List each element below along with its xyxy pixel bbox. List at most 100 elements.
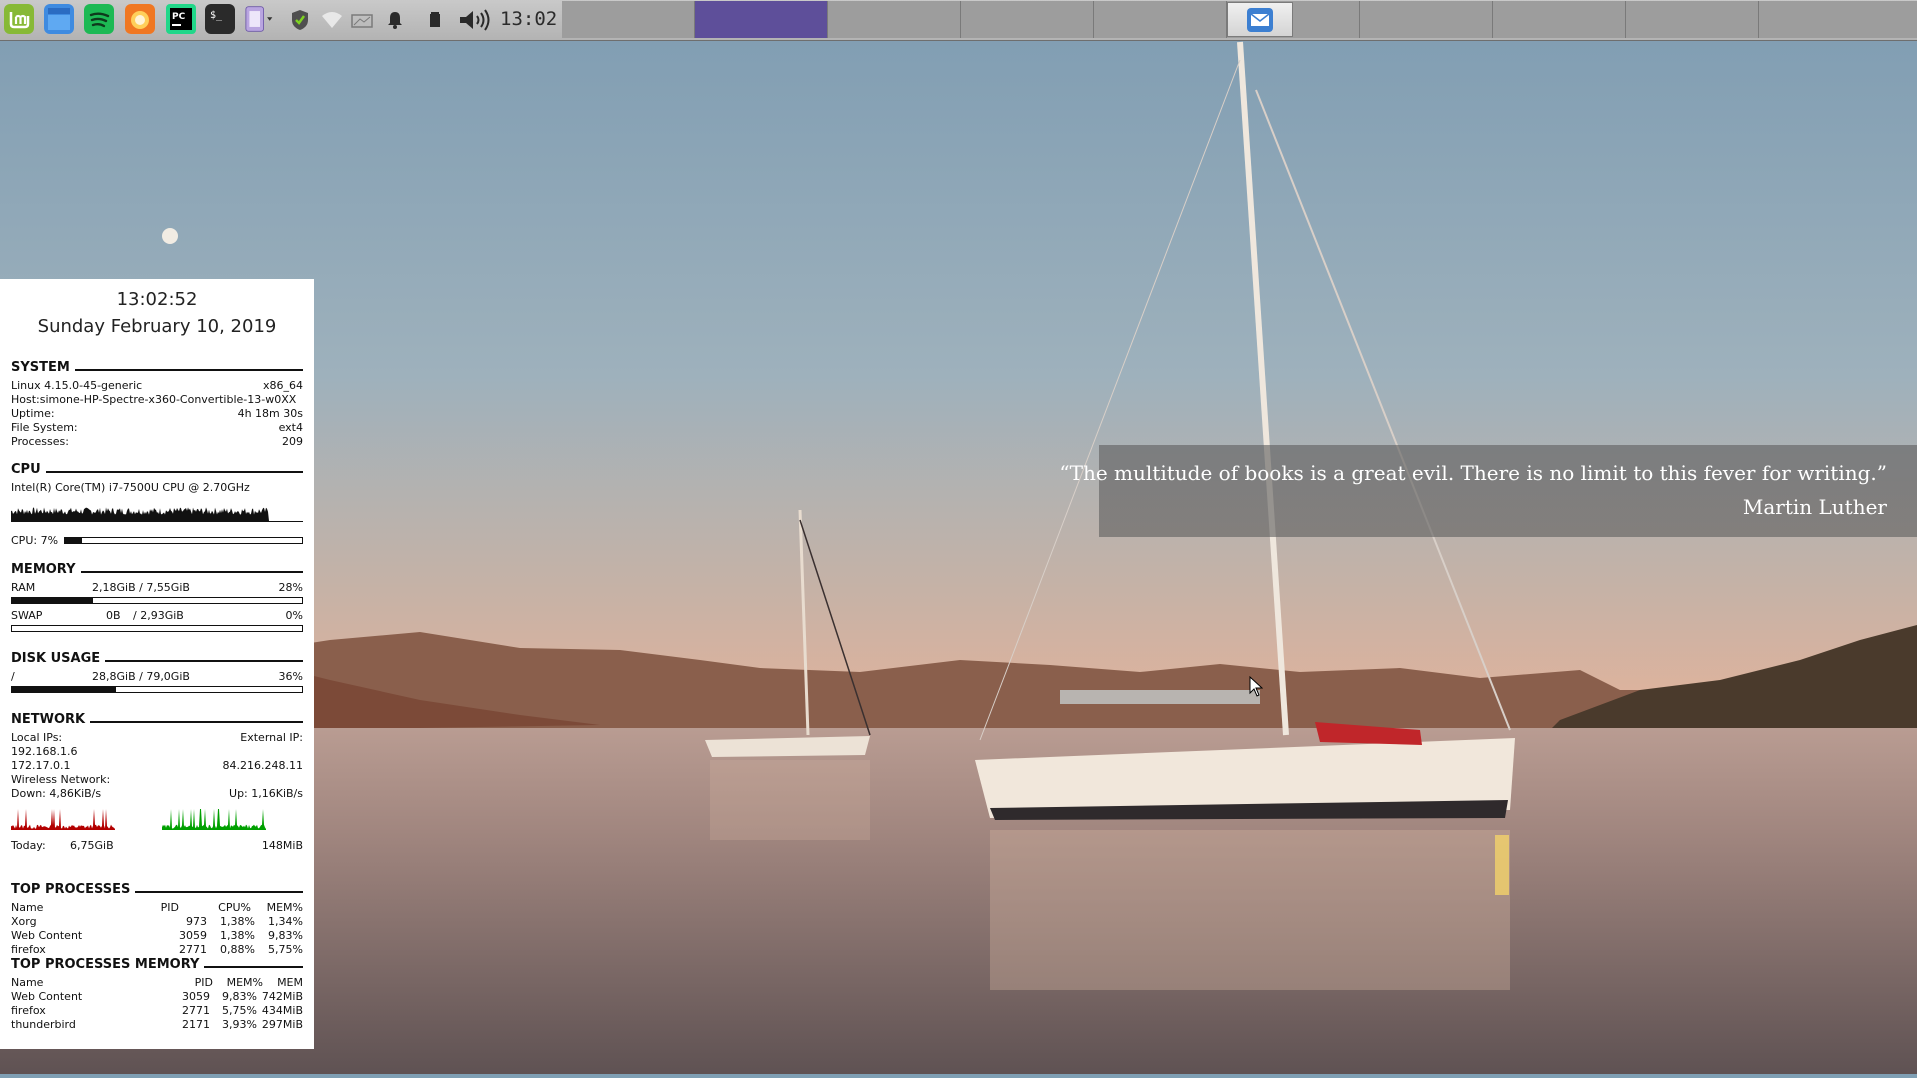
- process-pid: 2771: [179, 943, 207, 956]
- workspace-8[interactable]: [1493, 1, 1626, 38]
- system-section-header: SYSTEM: [11, 360, 303, 376]
- process-cpu: 0,88%: [220, 943, 255, 956]
- pycharm-icon[interactable]: PC: [166, 4, 196, 34]
- col-memp: MEM%: [226, 976, 263, 989]
- upload-graph: [162, 804, 266, 830]
- filesystem-row: File System: ext4: [11, 421, 303, 434]
- network-icon[interactable]: [350, 8, 374, 32]
- table-row: firefox 2771 0,88% 5,75%: [11, 943, 303, 956]
- cpu-model: Intel(R) Core(TM) i7-7500U CPU @ 2.70GHz: [11, 481, 250, 494]
- process-memp: 5,75%: [222, 1004, 257, 1017]
- swap-label: SWAP: [11, 609, 43, 622]
- disk-row: / 28,8GiB / 79,0GiB 36%: [11, 670, 303, 683]
- table-row: thunderbird 2171 3,93% 297MiB: [11, 1018, 303, 1031]
- ram-percent: 28%: [278, 581, 303, 594]
- process-name: firefox: [11, 1004, 46, 1017]
- process-mem: 5,75%: [268, 943, 303, 956]
- table-row: Xorg 973 1,38% 1,34%: [11, 915, 303, 928]
- svg-text:$_: $_: [210, 10, 223, 21]
- external-ip-label: External IP:: [240, 731, 303, 744]
- workspace-3[interactable]: [828, 1, 961, 38]
- col-name: Name: [11, 901, 44, 914]
- conky-date: Sunday February 10, 2019: [37, 316, 277, 337]
- ram-usage-bar-fill: [12, 598, 94, 603]
- top-memory-columns: Name PID MEM% MEM: [11, 976, 303, 989]
- mint-menu-icon[interactable]: [4, 4, 34, 34]
- ram-row: RAM 2,18GiB / 7,55GiB 28%: [11, 581, 303, 594]
- workspace-5[interactable]: [1094, 1, 1227, 38]
- wifi-icon[interactable]: [320, 8, 344, 32]
- download-graph: [11, 804, 115, 830]
- cpu-model-row: Intel(R) Core(TM) i7-7500U CPU @ 2.70GHz: [11, 481, 303, 494]
- process-cpu: 1,38%: [220, 915, 255, 928]
- ram-usage-bar: [11, 597, 303, 604]
- speed-row: Down: 4,86KiB/s Up: 1,16KiB/s: [11, 787, 303, 800]
- battery-icon[interactable]: [423, 8, 447, 32]
- processes-label: Processes:: [11, 435, 69, 448]
- spotify-icon[interactable]: [84, 4, 114, 34]
- process-pid: 973: [186, 915, 207, 928]
- uptime-label: Uptime:: [11, 407, 55, 420]
- download-speed: Down: 4,86KiB/s: [11, 787, 102, 800]
- col-mem: MEM: [277, 976, 303, 989]
- process-mem: 9,83%: [268, 929, 303, 942]
- cpu-history-graph: [11, 500, 303, 522]
- top-processes-title: TOP PROCESSES: [11, 882, 136, 897]
- swap-usage-bar: [11, 625, 303, 632]
- notes-icon[interactable]: [245, 4, 279, 34]
- local-ip-1: 192.168.1.6: [11, 745, 78, 758]
- taskbar-thunderbird-button[interactable]: [1227, 2, 1293, 37]
- process-mem: 742MiB: [261, 990, 303, 1003]
- file-manager-icon[interactable]: [44, 4, 74, 34]
- swap-percent: 0%: [285, 609, 303, 622]
- workspace-1[interactable]: [562, 1, 695, 38]
- firefox-icon[interactable]: [125, 4, 155, 34]
- process-name: thunderbird: [11, 1018, 76, 1031]
- process-name: firefox: [11, 943, 46, 956]
- memory-section-header: MEMORY: [11, 562, 303, 578]
- system-title: SYSTEM: [11, 360, 75, 375]
- local-ips-label: Local IPs:: [11, 731, 63, 744]
- conky-time: 13:02:52: [116, 289, 198, 310]
- workspace-2[interactable]: [695, 1, 828, 38]
- process-mem: 1,34%: [268, 915, 303, 928]
- uptime-value: 4h 18m 30s: [237, 407, 303, 420]
- host-value: Host:simone-HP-Spectre-x360-Convertible-…: [11, 393, 297, 406]
- disk-title: DISK USAGE: [11, 651, 106, 666]
- table-row: Web Content 3059 1,38% 9,83%: [11, 929, 303, 942]
- mouse-pointer-icon: [1249, 675, 1264, 702]
- disk-usage-bar-fill: [12, 687, 117, 692]
- panel-clock[interactable]: 13:02: [500, 8, 557, 30]
- col-pid: PID: [194, 976, 213, 989]
- process-mem: 434MiB: [261, 1004, 303, 1017]
- process-name: Xorg: [11, 915, 37, 928]
- shield-check-icon[interactable]: [288, 8, 312, 32]
- volume-icon[interactable]: [458, 8, 494, 32]
- ram-label: RAM: [11, 581, 36, 594]
- bell-icon[interactable]: [383, 8, 407, 32]
- disk-mount: /: [11, 670, 15, 683]
- terminal-icon[interactable]: $_: [205, 4, 235, 34]
- cpu-title: CPU: [11, 462, 46, 477]
- workspace-4[interactable]: [961, 1, 1094, 38]
- thunderbird-window-icon: [1247, 8, 1273, 32]
- wireless-label: Wireless Network:: [11, 773, 111, 786]
- external-ip: 84.216.248.11: [222, 759, 303, 772]
- local-ip-2-row: 172.17.0.1 84.216.248.11: [11, 759, 303, 772]
- process-name: Web Content: [11, 990, 83, 1003]
- swap-total: / 2,93GiB: [133, 609, 184, 622]
- disk-value: 28,8GiB / 79,0GiB: [92, 670, 190, 683]
- disk-percent: 36%: [278, 670, 303, 683]
- table-row: firefox 2771 5,75% 434MiB: [11, 1004, 303, 1017]
- table-row: Web Content 3059 9,83% 742MiB: [11, 990, 303, 1003]
- today-label: Today:: [11, 839, 46, 852]
- workspace-9[interactable]: [1626, 1, 1759, 38]
- svg-text:PC: PC: [172, 12, 186, 22]
- conky-system-monitor: 13:02:52 Sunday February 10, 2019 SYSTEM…: [0, 279, 314, 1049]
- kernel-value: Linux 4.15.0-45-generic: [11, 379, 143, 392]
- quote-author: Martin Luther: [1742, 495, 1887, 519]
- col-name: Name: [11, 976, 44, 989]
- cpu-usage-label: CPU: 7%: [11, 534, 59, 547]
- workspace-7[interactable]: [1360, 1, 1493, 38]
- workspace-10[interactable]: [1759, 1, 1917, 38]
